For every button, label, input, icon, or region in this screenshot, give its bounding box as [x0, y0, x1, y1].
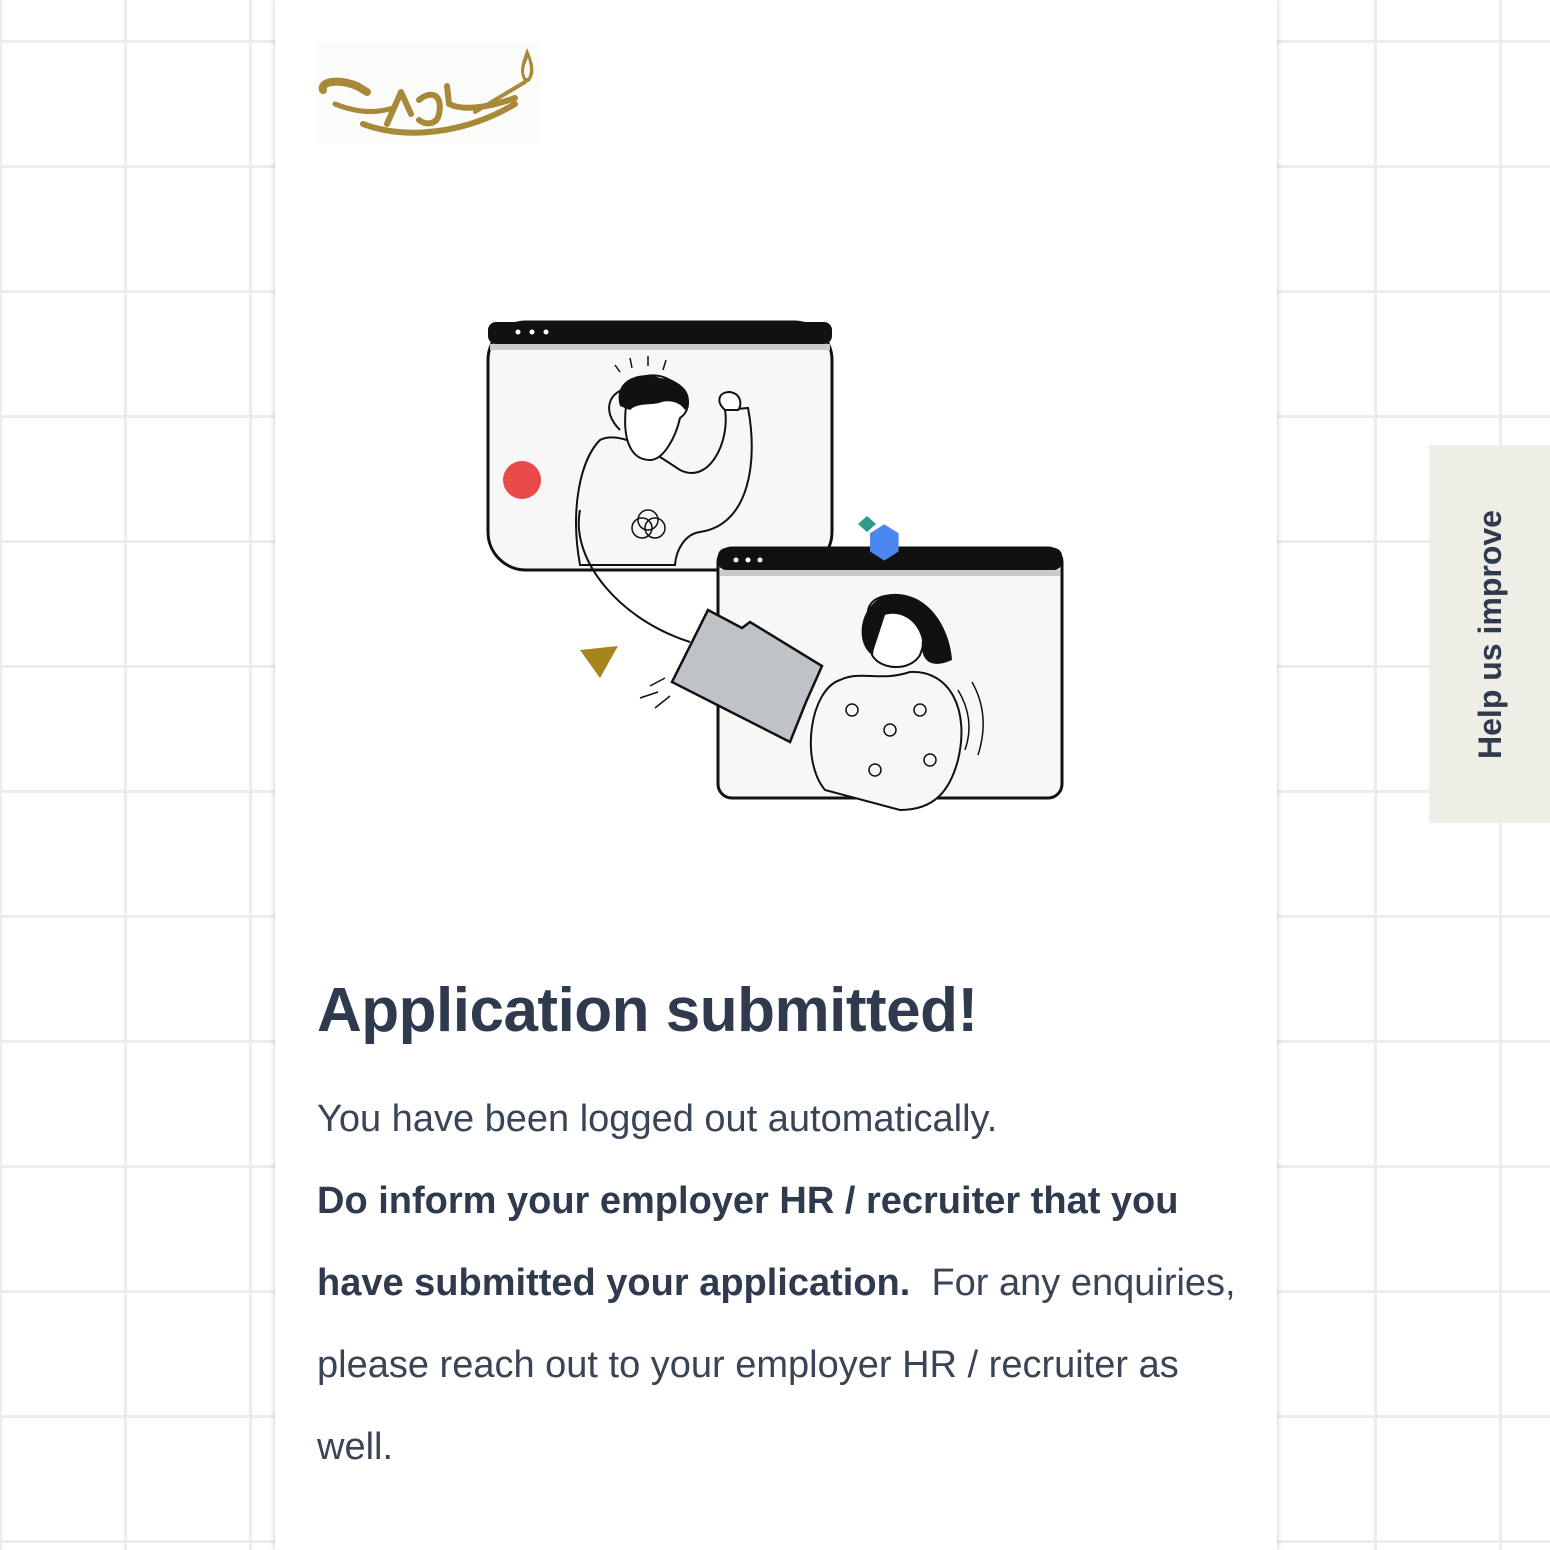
- help-us-improve-tab[interactable]: Help us improve: [1429, 445, 1550, 823]
- help-tab-label: Help us improve: [1472, 509, 1509, 759]
- page-title: Application submitted!: [317, 976, 978, 1045]
- instructions-paragraph: Do inform your employer HR / recruiter t…: [317, 1160, 1247, 1488]
- lamp-logo: [315, 42, 540, 144]
- logged-out-message: You have been logged out automatically.: [317, 1098, 998, 1140]
- document-handoff-illustration: [480, 310, 1080, 850]
- confirmation-card: Application submitted! You have been log…: [275, 0, 1550, 1550]
